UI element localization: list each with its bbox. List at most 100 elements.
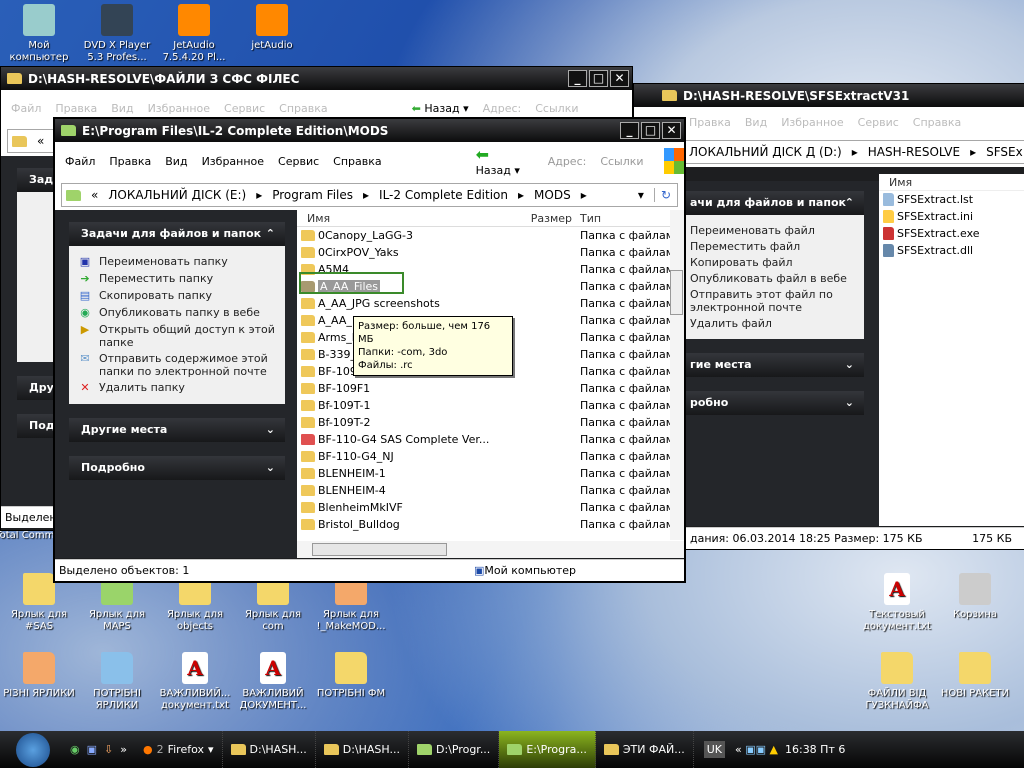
breadcrumb[interactable]: Program Files bbox=[272, 188, 353, 202]
breadcrumb[interactable]: SFSEx bbox=[986, 145, 1023, 159]
taskbar-button[interactable]: ● 2 Firefox ▾ bbox=[135, 731, 223, 768]
other-places-header[interactable]: Другие места ⌄ bbox=[69, 418, 285, 442]
menu-5[interactable]: Справка bbox=[279, 102, 327, 115]
menu-4[interactable]: Справка bbox=[913, 116, 961, 129]
desktop-icon[interactable]: ПОТРІБНІ ФМ bbox=[312, 652, 390, 700]
file-row[interactable]: SFSExtract.exe bbox=[879, 225, 1024, 242]
explorer-window-sfsextract[interactable]: D:\HASH-RESOLVE\SFSExtractV31 Правка Вид И… bbox=[633, 83, 1024, 550]
folder-row[interactable]: BF-110-G4_NJ Папка с файлами bbox=[297, 448, 684, 465]
file-row[interactable]: SFSExtract.lst bbox=[879, 191, 1024, 208]
folder-row[interactable]: Bf-109T-2 Папка с файлами bbox=[297, 414, 684, 431]
file-row[interactable]: SFSExtract.dll bbox=[879, 242, 1024, 259]
folder-row[interactable]: BLENHEIM-1 Папка с файлами bbox=[297, 465, 684, 482]
quicklaunch-download-icon[interactable]: ⇩ bbox=[104, 743, 113, 756]
menu-3[interactable]: Избранное bbox=[202, 155, 264, 168]
menu-1[interactable]: Правка bbox=[109, 155, 151, 168]
column-header-name[interactable]: Имя bbox=[879, 174, 1024, 191]
minimize-button[interactable]: _ bbox=[620, 122, 639, 139]
task-link[interactable]: ◉ Опубликовать папку в вебе bbox=[77, 306, 277, 320]
language-indicator[interactable]: UK bbox=[703, 741, 725, 758]
task-link[interactable]: ✉ Отправить содержимое этой папки по элек… bbox=[77, 352, 277, 378]
desktop-icon[interactable]: РІЗНІ ЯРЛИКИ bbox=[0, 652, 78, 700]
menu-2[interactable]: Вид bbox=[165, 155, 187, 168]
desktop-icon[interactable]: НОВІ РАКЕТИ bbox=[936, 652, 1014, 700]
folder-row[interactable]: Bf-109T-1 Папка с файлами bbox=[297, 397, 684, 414]
taskbar-button[interactable]: D:\Progr... bbox=[409, 731, 500, 768]
file-list[interactable]: Имя Размер Тип 0Canopy_LaGG-3 Папка с фай… bbox=[297, 210, 684, 558]
menu-3[interactable]: Избранное bbox=[148, 102, 210, 115]
maximize-button[interactable]: □ bbox=[589, 70, 608, 87]
minimize-button[interactable]: _ bbox=[568, 70, 587, 87]
breadcrumb[interactable]: ЛОКАЛЬНИЙ ДІСК Д (D:) bbox=[689, 145, 842, 159]
title-bar[interactable]: D:\HASH-RESOLVE\SFSExtractV31 bbox=[634, 84, 1024, 107]
menu-3[interactable]: Сервис bbox=[858, 116, 899, 129]
tasks-panel-header[interactable]: Задачи для файлов и папок ⌃ bbox=[69, 222, 285, 246]
menu-0[interactable]: Правка bbox=[689, 116, 731, 129]
menu-4[interactable]: Сервис bbox=[224, 102, 265, 115]
desktop-icon[interactable]: jetAudio bbox=[233, 4, 311, 52]
menu-0[interactable]: Файл bbox=[11, 102, 41, 115]
task-link[interactable]: ▶ Открыть общий доступ к этой папке bbox=[77, 323, 277, 349]
column-header-size[interactable]: Размер bbox=[517, 212, 572, 225]
task-link[interactable]: ▣ Переименовать папку bbox=[77, 255, 277, 269]
title-bar[interactable]: D:\HASH-RESOLVE\ФАЙЛИ З СФС ФІЛЕС _ □ ✕ bbox=[1, 67, 632, 90]
taskbar-button[interactable]: ЭТИ ФАЙ... bbox=[596, 731, 694, 768]
taskbar-button[interactable]: D:\HASH... bbox=[316, 731, 409, 768]
desktop-icon[interactable]: ПОТРІБНІ ЯРЛИКИ bbox=[78, 652, 156, 712]
back-button[interactable]: ⬅ Назад ▾ bbox=[476, 145, 524, 177]
task-link[interactable]: Переименовать файл bbox=[690, 224, 856, 237]
folder-row[interactable]: BF-110-G4 SAS Complete Ver... Папка с фай… bbox=[297, 431, 684, 448]
expand-icon[interactable]: ⌄ bbox=[266, 456, 275, 480]
breadcrumb[interactable]: IL-2 Complete Edition bbox=[379, 188, 508, 202]
folder-row[interactable]: Bristol_Bulldog Папка с файлами bbox=[297, 516, 684, 533]
back-button[interactable]: ⬅ Назад ▾ bbox=[412, 102, 469, 115]
clock[interactable]: 16:38 Пт 6 bbox=[785, 743, 845, 756]
folder-row[interactable]: BLENHEIM-4 Папка с файлами bbox=[297, 482, 684, 499]
horizontal-scrollbar[interactable] bbox=[297, 541, 684, 558]
tray-expand-icon[interactable]: « bbox=[735, 743, 742, 756]
desktop-icon[interactable]: A ВАЖЛИВИЙ... документ.txt bbox=[156, 652, 234, 712]
expand-icon[interactable]: ⌄ bbox=[266, 418, 275, 442]
folder-row[interactable]: 0CirxPOV_Yaks Папка с файлами bbox=[297, 244, 684, 261]
desktop-icon[interactable]: ФАЙЛИ ВІД ГУЗКНАЙФА bbox=[858, 652, 936, 712]
address-bar[interactable]: ЛОКАЛЬНИЙ ДІСК Д (D:) ▸ HASH-RESOLVE ▸ SFSEx bbox=[684, 140, 1024, 164]
breadcrumb[interactable]: MODS bbox=[534, 188, 571, 202]
desktop-icon[interactable]: DVD X Player 5.3 Profes... bbox=[78, 4, 156, 64]
links-button[interactable]: Ссылки bbox=[600, 155, 643, 168]
vertical-scrollbar[interactable] bbox=[670, 210, 684, 540]
task-link[interactable]: Копировать файл bbox=[690, 256, 856, 269]
breadcrumb[interactable]: ЛОКАЛЬНИЙ ДІСК (E:) bbox=[108, 188, 246, 202]
folder-row[interactable]: BlenheimMkIVF Папка с файлами bbox=[297, 499, 684, 516]
task-link[interactable]: ✕ Удалить папку bbox=[77, 381, 277, 395]
menu-1[interactable]: Вид bbox=[745, 116, 767, 129]
title-bar[interactable]: E:\Program Files\IL-2 Complete Edition\M… bbox=[55, 119, 684, 142]
folder-row[interactable]: 0Canopy_LaGG-3 Папка с файлами bbox=[297, 227, 684, 244]
refresh-icon[interactable]: ↻ bbox=[653, 188, 677, 202]
taskbar-button[interactable]: D:\HASH... bbox=[223, 731, 316, 768]
desktop-icon[interactable]: JetAudio 7.5.4.20 Pl... bbox=[155, 4, 233, 64]
task-link[interactable]: ➔ Переместить папку bbox=[77, 272, 277, 286]
folder-row[interactable]: A_AA_JPG screenshots Папка с файлами bbox=[297, 295, 684, 312]
start-button[interactable] bbox=[16, 732, 50, 767]
menu-2[interactable]: Избранное bbox=[781, 116, 843, 129]
links-button[interactable]: Ссылки bbox=[535, 102, 578, 115]
menu-1[interactable]: Правка bbox=[55, 102, 97, 115]
collapse-icon[interactable]: ⌃ bbox=[266, 222, 275, 246]
column-header-name[interactable]: Имя bbox=[297, 212, 517, 225]
address-bar[interactable]: « ЛОКАЛЬНИЙ ДІСК (E:) ▸ Program Files ▸ IL-2 … bbox=[61, 183, 678, 207]
breadcrumb[interactable]: HASH-RESOLVE bbox=[868, 145, 960, 159]
task-link[interactable]: Отправить этот файл по электронной почте bbox=[690, 288, 856, 314]
taskbar-button[interactable]: E:\Progra... bbox=[499, 731, 596, 768]
task-link[interactable]: ▤ Скопировать папку bbox=[77, 289, 277, 303]
desktop-icon[interactable]: A ВАЖЛИВИЙ ДОКУМЕНТ... bbox=[234, 652, 312, 712]
close-button[interactable]: ✕ bbox=[662, 122, 681, 139]
quicklaunch-ie-icon[interactable]: ◉ bbox=[70, 743, 80, 756]
close-button[interactable]: ✕ bbox=[610, 70, 629, 87]
task-link[interactable]: Переместить файл bbox=[690, 240, 856, 253]
quicklaunch-more-icon[interactable]: » bbox=[120, 743, 127, 756]
explorer-window-mods[interactable]: E:\Program Files\IL-2 Complete Edition\M… bbox=[53, 117, 686, 583]
menu-5[interactable]: Справка bbox=[333, 155, 381, 168]
column-header-type[interactable]: Тип bbox=[572, 212, 601, 225]
file-row[interactable]: SFSExtract.ini bbox=[879, 208, 1024, 225]
task-link[interactable]: Удалить файл bbox=[690, 317, 856, 330]
